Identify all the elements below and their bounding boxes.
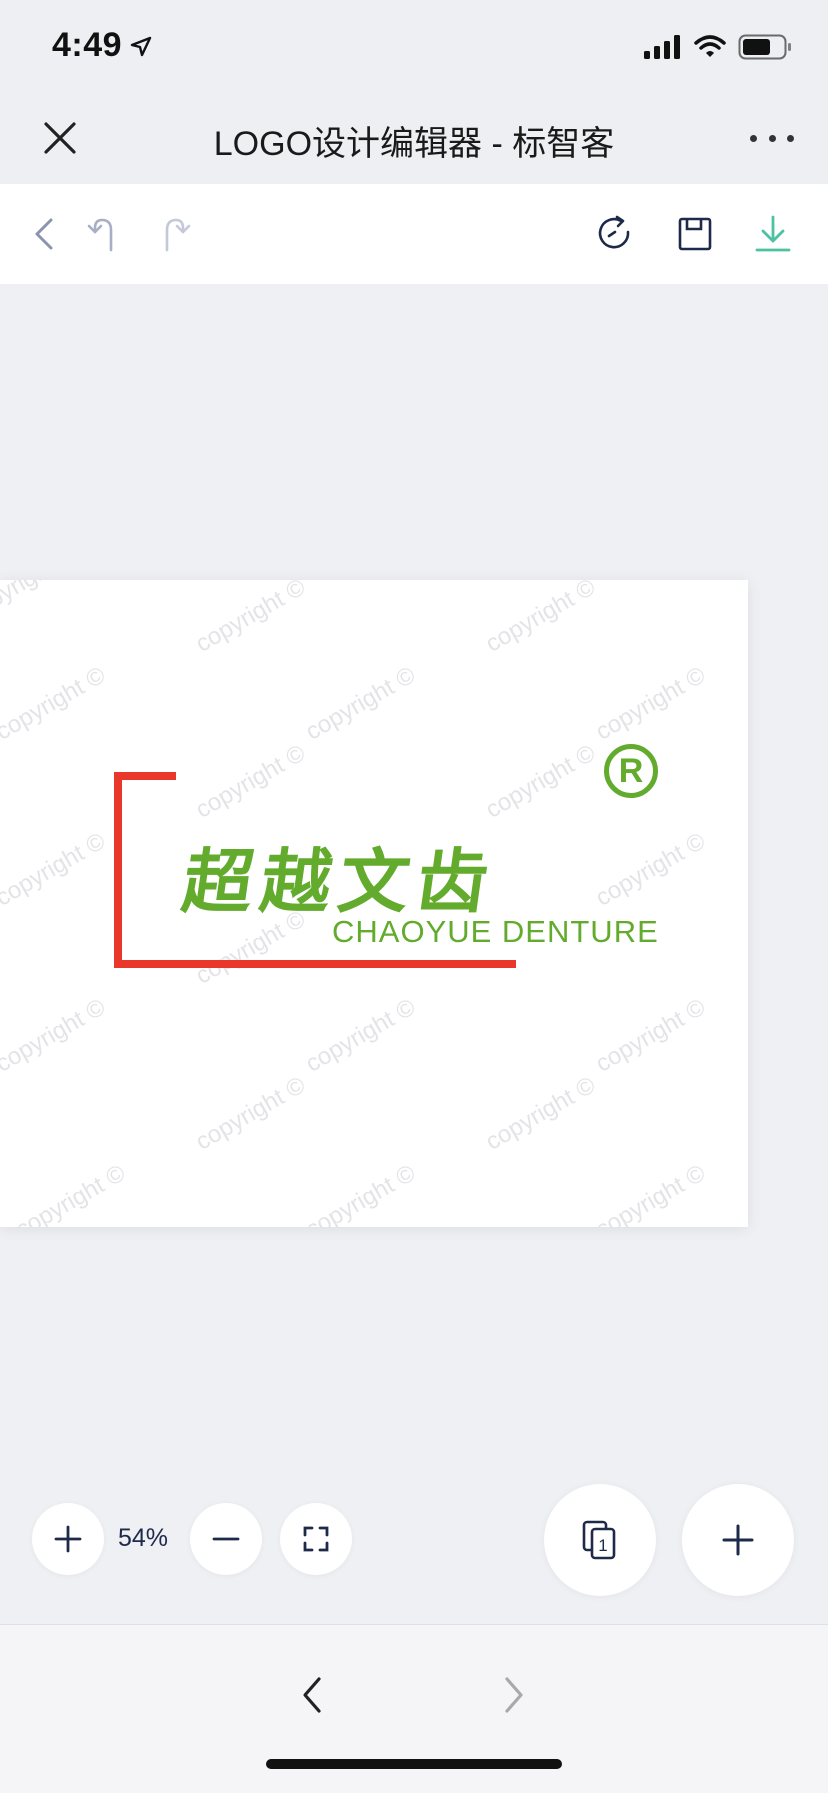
battery-icon — [738, 34, 791, 60]
wifi-icon — [694, 35, 726, 57]
watermark: copyright © — [301, 1159, 421, 1227]
logo-bracket-top — [114, 772, 176, 780]
plus-icon — [54, 1525, 82, 1553]
more-icon-dot — [787, 134, 794, 142]
watermark: copyright © — [301, 993, 421, 1078]
save-icon — [678, 217, 712, 251]
pages-count: 1 — [598, 1536, 607, 1555]
registered-mark: R — [604, 744, 658, 798]
redo-button[interactable] — [150, 209, 200, 259]
watermark: copyright © — [0, 580, 80, 626]
fullscreen-icon — [303, 1526, 329, 1552]
plus-icon — [722, 1524, 754, 1556]
nav-forward-button[interactable] — [494, 1673, 534, 1717]
chevron-left-icon — [303, 1677, 321, 1713]
logo-bracket-bottom — [114, 960, 516, 968]
undo-button[interactable] — [80, 209, 130, 259]
watermark: copyright © — [481, 580, 601, 658]
back-icon — [35, 218, 53, 250]
editor-toolbar — [0, 184, 828, 284]
status-bar: 4:49 — [0, 0, 828, 92]
refresh-button[interactable] — [590, 209, 640, 259]
logo-chinese-name: 超越文齿 — [177, 843, 501, 921]
watermark: copyright © — [0, 661, 111, 746]
zoom-level: 54% — [118, 1524, 169, 1552]
more-icon-dot — [768, 134, 776, 142]
pages-button[interactable]: 1 — [544, 1484, 656, 1596]
watermark: copyright © — [191, 580, 311, 658]
redo-icon — [165, 218, 191, 252]
zoom-out-button[interactable] — [190, 1503, 262, 1575]
fit-screen-button[interactable] — [280, 1503, 352, 1575]
more-icon-dot — [750, 134, 757, 142]
more-button[interactable] — [750, 120, 794, 156]
registered-mark-letter: R — [618, 751, 644, 790]
watermark: copyright © — [191, 1071, 311, 1156]
watermark: copyright © — [591, 993, 711, 1078]
pages-icon: 1 — [582, 1520, 616, 1560]
watermark: copyright © — [591, 827, 711, 912]
watermark: copyright © — [591, 661, 711, 746]
minus-icon — [212, 1537, 240, 1541]
nav-back-button[interactable] — [292, 1673, 332, 1717]
watermark: copyright © — [0, 993, 111, 1078]
save-button[interactable] — [670, 209, 720, 259]
chevron-right-icon — [505, 1677, 523, 1713]
refresh-icon — [598, 215, 630, 249]
watermark: copyright © — [0, 827, 111, 912]
status-time: 4:49 — [52, 26, 123, 64]
title-bar: LOGO设计编辑器 - 标智客 — [0, 92, 828, 184]
download-icon — [755, 215, 791, 252]
page-title: LOGO设计编辑器 - 标智客 — [213, 125, 615, 163]
logo-english-name: CHAOYUE DENTURE — [332, 914, 659, 949]
zoom-in-button[interactable] — [32, 1503, 104, 1575]
watermark: copyright © — [191, 739, 311, 824]
watermark: copyright © — [301, 661, 421, 746]
logo-canvas[interactable]: copyright © copyright © copyright © copy… — [0, 580, 748, 1227]
add-element-button[interactable] — [682, 1484, 794, 1596]
signal-icon — [644, 35, 680, 59]
watermark: copyright © — [591, 1159, 711, 1227]
home-indicator — [266, 1759, 562, 1769]
location-arrow-icon — [130, 36, 152, 57]
logo-bracket-vertical — [114, 772, 122, 968]
watermark: copyright © — [481, 1071, 601, 1156]
undo-icon — [87, 218, 113, 252]
back-button[interactable] — [20, 209, 70, 259]
watermark: copyright © — [481, 739, 601, 824]
watermark: copyright © — [11, 1159, 131, 1227]
status-indicators — [644, 34, 792, 60]
download-button[interactable] — [748, 209, 798, 259]
